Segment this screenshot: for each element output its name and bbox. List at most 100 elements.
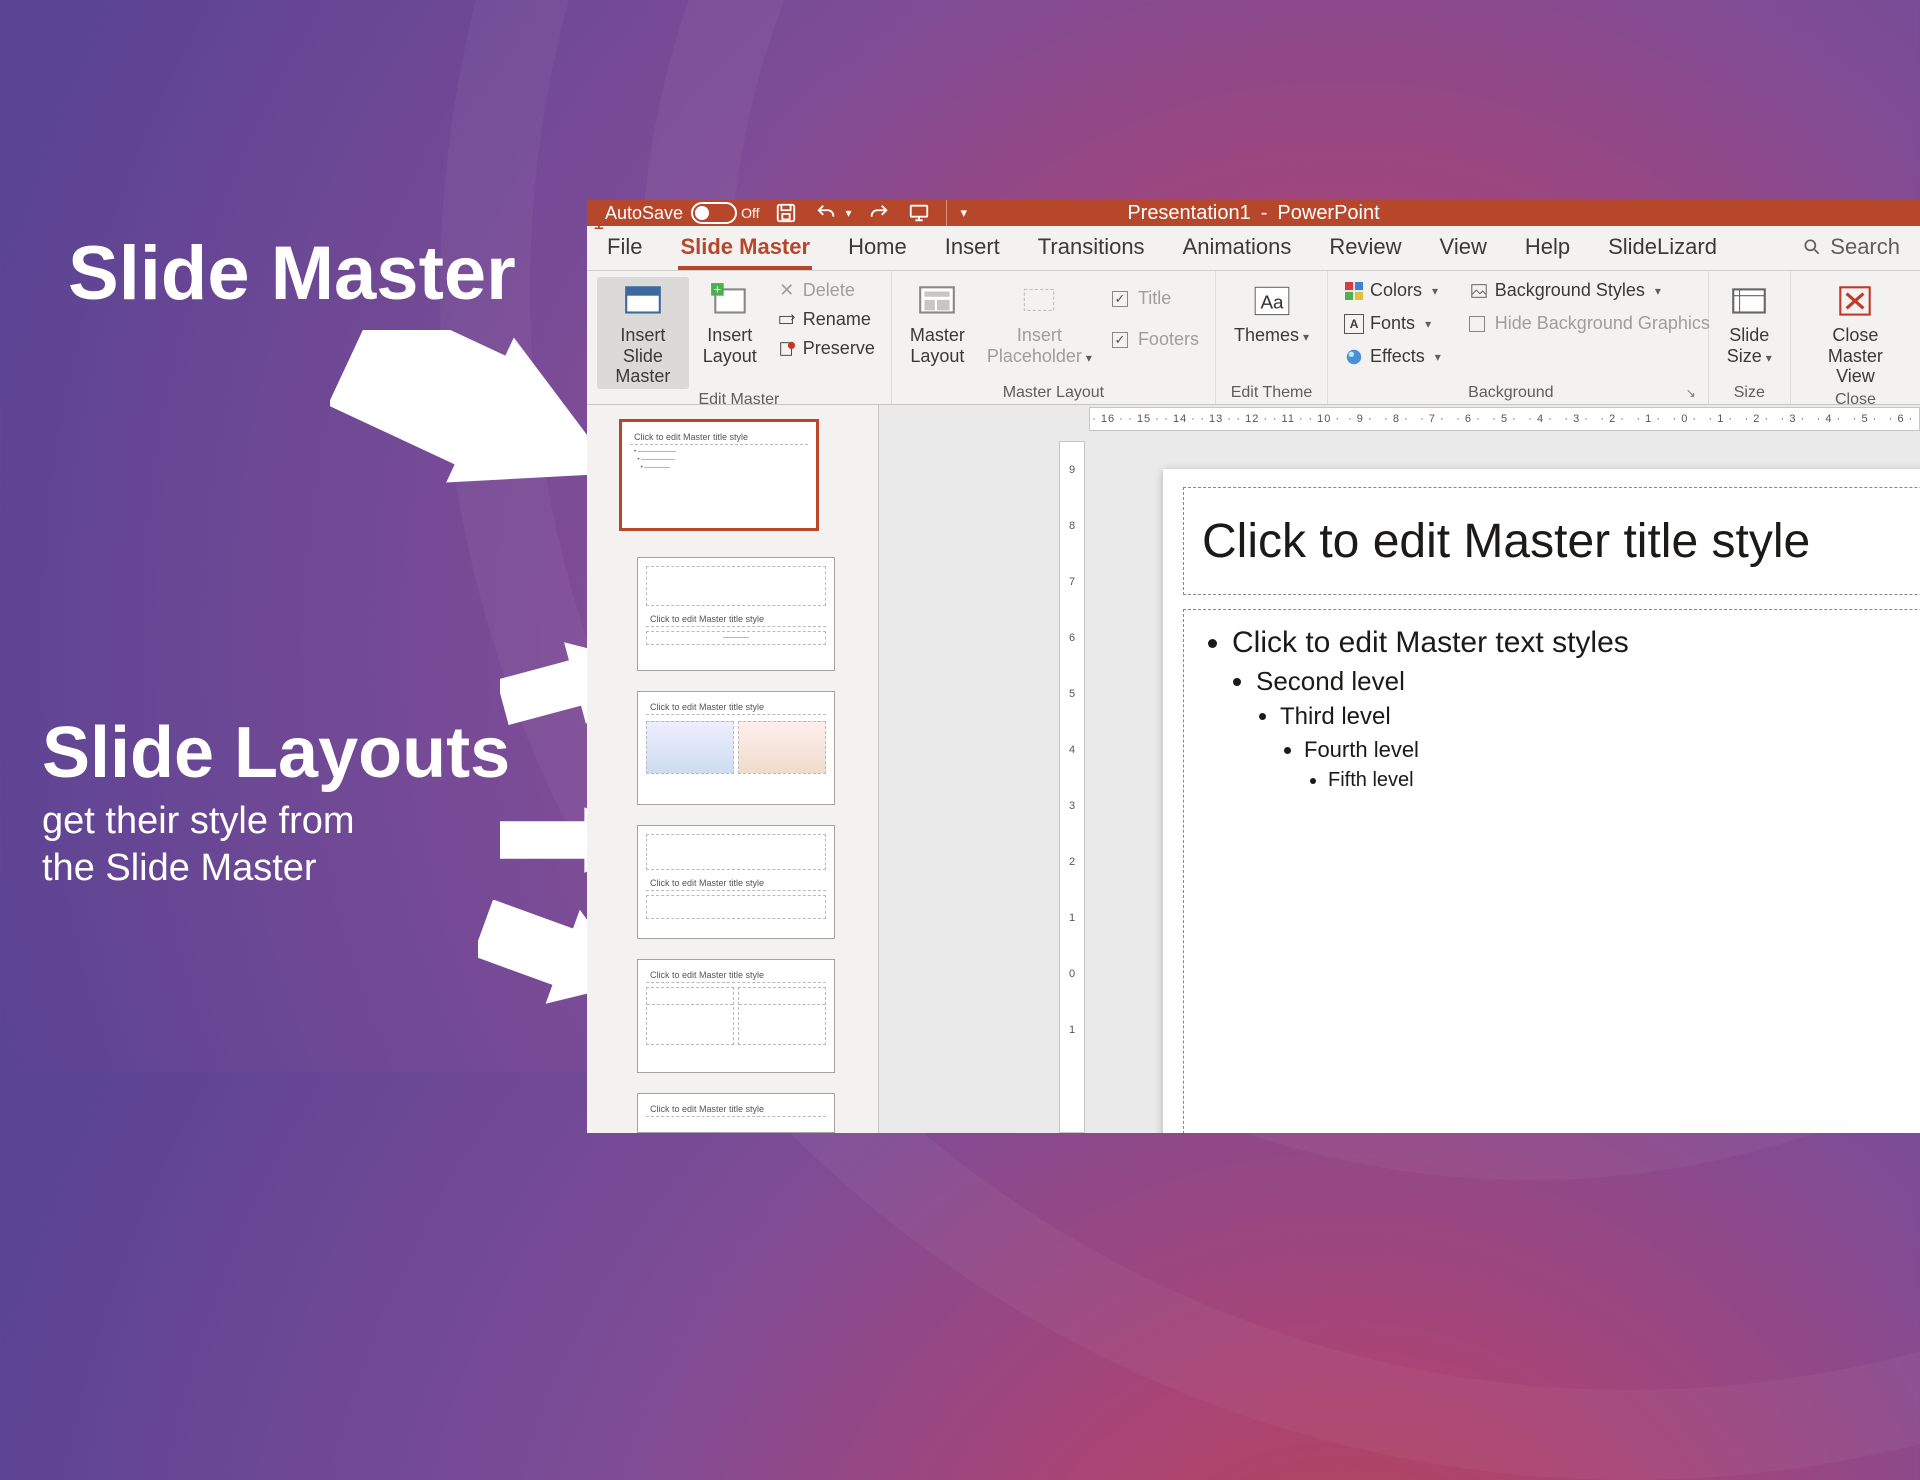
insert-layout-label: Insert Layout xyxy=(703,325,757,366)
arrow-to-master-icon xyxy=(330,330,630,550)
present-icon[interactable] xyxy=(906,200,932,226)
slide-canvas[interactable]: Click to edit Master title style Click t… xyxy=(1163,469,1920,1133)
insert-placeholder-label: Insert Placeholder xyxy=(987,325,1092,366)
thumb-layout-2[interactable]: Click to edit Master title style xyxy=(637,691,835,805)
tab-insert[interactable]: Insert xyxy=(943,226,1002,270)
group-background-label: Background xyxy=(1338,382,1684,402)
background-styles-icon xyxy=(1469,281,1489,301)
rename-label: Rename xyxy=(803,309,871,330)
thumb-layout-1[interactable]: Click to edit Master title style ────── xyxy=(637,557,835,671)
title-checkbox[interactable]: ✓ Title xyxy=(1106,285,1205,312)
tab-slide-master[interactable]: Slide Master xyxy=(678,226,812,270)
checkbox-icon xyxy=(1469,316,1485,332)
background-styles-button[interactable]: Background Styles xyxy=(1463,277,1716,304)
preserve-icon xyxy=(777,339,797,359)
ribbon-tabs: File Slide Master Home Insert Transition… xyxy=(587,226,1920,271)
footers-checkbox[interactable]: ✓ Footers xyxy=(1106,326,1205,353)
callout-layouts-sub1: get their style from xyxy=(42,798,510,846)
colors-label: Colors xyxy=(1370,280,1422,301)
thumb-title-text: Click to edit Master title style xyxy=(646,968,826,983)
callout-slide-master: Slide Master xyxy=(68,234,516,314)
slide-size-icon xyxy=(1728,281,1770,321)
group-background: Colors A Fonts Effects xyxy=(1328,271,1709,404)
thumb-slide-master[interactable]: Click to edit Master title style • ─────… xyxy=(619,419,819,531)
body-placeholder[interactable]: Click to edit Master text styles Second … xyxy=(1183,609,1920,1133)
checkbox-icon: ✓ xyxy=(1112,291,1128,307)
themes-label: Themes xyxy=(1234,325,1309,346)
preserve-label: Preserve xyxy=(803,338,875,359)
effects-label: Effects xyxy=(1370,346,1425,367)
tab-view[interactable]: View xyxy=(1438,226,1489,270)
body-level-3: Third level xyxy=(1280,703,1391,730)
master-layout-icon xyxy=(916,281,958,321)
powerpoint-window: AutoSave Off ▾ ▾ Presentation1 - PowerPo… xyxy=(587,200,1920,1072)
thumb-title-text: Click to edit Master title style xyxy=(646,700,826,715)
effects-icon xyxy=(1344,347,1364,367)
tab-transitions[interactable]: Transitions xyxy=(1036,226,1147,270)
background-styles-label: Background Styles xyxy=(1495,280,1645,301)
group-edit-theme: Aa Themes Edit Theme xyxy=(1216,271,1328,404)
callout-layouts-title: Slide Layouts xyxy=(42,716,510,792)
thumb-layout-5[interactable]: Click to edit Master title style xyxy=(637,1093,835,1133)
insert-placeholder-icon xyxy=(1018,281,1060,321)
close-icon xyxy=(1834,281,1876,321)
autosave-toggle[interactable]: AutoSave Off xyxy=(605,202,759,224)
tab-review[interactable]: Review xyxy=(1327,226,1403,270)
thumbnail-panel[interactable]: 1 Click to edit Master title style • ───… xyxy=(587,405,879,1133)
thumb-title-text: Click to edit Master title style xyxy=(646,1102,826,1117)
insert-placeholder-button[interactable]: Insert Placeholder xyxy=(979,277,1100,368)
themes-icon: Aa xyxy=(1251,281,1293,321)
title-placeholder[interactable]: Click to edit Master title style xyxy=(1183,487,1920,595)
qat-overflow-icon[interactable]: ▾ xyxy=(961,205,968,221)
tab-file[interactable]: File xyxy=(605,226,644,270)
hide-background-label: Hide Background Graphics xyxy=(1495,313,1710,334)
insert-slide-master-button[interactable]: Insert Slide Master xyxy=(597,277,689,389)
rename-button[interactable]: Rename xyxy=(771,306,881,333)
fonts-button[interactable]: A Fonts xyxy=(1338,310,1447,337)
thumb-layout-4[interactable]: Click to edit Master title style xyxy=(637,959,835,1073)
master-layout-button[interactable]: Master Layout xyxy=(902,277,973,368)
preserve-button[interactable]: Preserve xyxy=(771,335,881,362)
title-bar: AutoSave Off ▾ ▾ Presentation1 - PowerPo… xyxy=(587,200,1920,226)
close-master-view-label: Close Master View xyxy=(1809,325,1902,387)
ribbon: Insert Slide Master + Insert Layout ✕ De… xyxy=(587,271,1920,405)
search-placeholder: Search xyxy=(1830,234,1900,260)
autosave-switch-icon[interactable] xyxy=(691,202,737,224)
search-box[interactable]: Search xyxy=(1802,234,1920,270)
close-master-view-button[interactable]: Close Master View xyxy=(1801,277,1910,389)
themes-button[interactable]: Aa Themes xyxy=(1226,277,1317,348)
group-size-label: Size xyxy=(1719,382,1780,402)
redo-icon[interactable] xyxy=(866,200,892,226)
body-level-2: Second level xyxy=(1256,666,1405,696)
background-dialog-launcher-icon[interactable]: ↘ xyxy=(1684,386,1698,402)
tab-animations[interactable]: Animations xyxy=(1181,226,1294,270)
tab-home[interactable]: Home xyxy=(846,226,909,270)
thumb-title-text: Click to edit Master title style xyxy=(630,430,808,445)
group-master-layout: Master Layout Insert Placeholder ✓ Title… xyxy=(892,271,1216,404)
slide-size-button[interactable]: Slide Size xyxy=(1719,277,1780,368)
delete-label: Delete xyxy=(803,280,855,301)
tab-help[interactable]: Help xyxy=(1523,226,1572,270)
horizontal-ruler: · 16 ·· 15 ·· 14 ·· 13 ·· 12 ·· 11 ·· 10… xyxy=(1089,407,1920,431)
fonts-label: Fonts xyxy=(1370,313,1415,334)
body-level-4: Fourth level xyxy=(1304,737,1419,762)
delete-button[interactable]: ✕ Delete xyxy=(771,277,881,304)
group-edit-theme-label: Edit Theme xyxy=(1226,382,1317,402)
body-level-5: Fifth level xyxy=(1328,769,1414,791)
colors-button[interactable]: Colors xyxy=(1338,277,1447,304)
slide-size-label: Slide Size xyxy=(1727,325,1772,366)
undo-chevron-icon[interactable]: ▾ xyxy=(845,206,851,220)
insert-slide-master-label: Insert Slide Master xyxy=(605,325,681,387)
effects-button[interactable]: Effects xyxy=(1338,343,1447,370)
master-layout-label: Master Layout xyxy=(910,325,965,366)
hide-background-checkbox[interactable]: Hide Background Graphics xyxy=(1463,310,1716,337)
delete-icon: ✕ xyxy=(777,281,797,301)
save-icon[interactable] xyxy=(773,200,799,226)
vertical-ruler: 98765432101 xyxy=(1059,441,1085,1133)
thumb-layout-3[interactable]: Click to edit Master title style xyxy=(637,825,835,939)
rename-icon xyxy=(777,310,797,330)
undo-icon[interactable] xyxy=(813,200,839,226)
svg-text:+: + xyxy=(713,283,720,297)
insert-layout-button[interactable]: + Insert Layout xyxy=(695,277,765,368)
tab-slidelizard[interactable]: SlideLizard xyxy=(1606,226,1719,270)
